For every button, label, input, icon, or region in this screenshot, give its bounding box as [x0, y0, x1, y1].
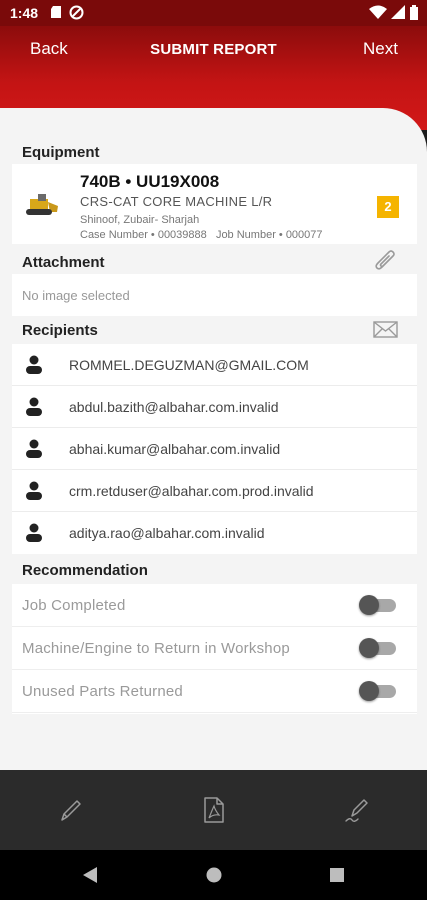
report-sheet: Equipment 740B • UU19X008 CRS-CAT CORE M… [0, 108, 427, 770]
data-saver-icon [69, 5, 84, 20]
job-completed-toggle[interactable] [359, 595, 396, 615]
recommendation-label: Machine/Engine to Return in Workshop [22, 640, 290, 657]
equipment-location: Shinoof, Zubair- Sharjah [80, 214, 200, 226]
person-icon [26, 523, 42, 542]
case-number: Case Number • 00039888 [80, 229, 207, 241]
signal-icon [391, 5, 405, 19]
recipients-list: ROMMEL.DEGUZMAN@GMAIL.COM abdul.bazith@a… [12, 344, 417, 554]
recipient-email: crm.retduser@albahar.com.prod.invalid [69, 483, 314, 499]
person-icon [26, 481, 42, 500]
nav-back-icon[interactable] [82, 866, 98, 884]
attachment-card[interactable]: No image selected [12, 274, 417, 316]
equipment-card[interactable]: 740B • UU19X008 CRS-CAT CORE MACHINE L/R… [12, 164, 417, 244]
pdf-file-icon[interactable] [201, 796, 227, 824]
recipient-row[interactable]: abdul.bazith@albahar.com.invalid [12, 386, 417, 428]
machine-thumbnail-icon [26, 194, 58, 215]
recipient-row[interactable]: ROMMEL.DEGUZMAN@GMAIL.COM [12, 344, 417, 386]
equipment-case-line: Case Number • 00039888 Job Number • 0000… [80, 229, 323, 241]
wifi-icon [369, 5, 387, 19]
bottom-toolbar [0, 770, 427, 850]
person-icon [26, 439, 42, 458]
recipient-row[interactable]: aditya.rao@albahar.com.invalid [12, 512, 417, 554]
no-image-text: No image selected [22, 288, 130, 303]
recommendation-list: Job Completed Machine/Engine to Return i… [12, 584, 417, 714]
unused-parts-toggle[interactable] [359, 681, 396, 701]
recipient-email: aditya.rao@albahar.com.invalid [69, 525, 265, 541]
recommendation-row: Machine/Engine to Return in Workshop [12, 627, 417, 670]
battery-icon [410, 5, 418, 20]
recipient-row[interactable]: abhai.kumar@albahar.com.invalid [12, 428, 417, 470]
recipient-email: ROMMEL.DEGUZMAN@GMAIL.COM [69, 357, 309, 373]
recipient-email: abdul.bazith@albahar.com.invalid [69, 399, 279, 415]
equipment-section-title: Equipment [22, 144, 100, 161]
next-button[interactable]: Next [363, 39, 398, 59]
recipients-section-title: Recipients [22, 322, 98, 339]
equipment-name: 740B • UU19X008 [80, 172, 220, 191]
pencil-icon[interactable] [58, 796, 84, 824]
envelope-icon[interactable] [373, 321, 398, 338]
recipient-row[interactable]: crm.retduser@albahar.com.prod.invalid [12, 470, 417, 512]
status-time: 1:48 [10, 5, 39, 21]
status-bar: 1:48 [0, 0, 427, 26]
attachment-section-title: Attachment [22, 254, 105, 271]
paperclip-icon[interactable] [374, 249, 398, 275]
recommendation-row: Job Completed [12, 584, 417, 627]
recommendation-label: Unused Parts Returned [22, 683, 183, 700]
sd-card-icon [51, 6, 61, 18]
job-number: Job Number • 000077 [215, 229, 323, 241]
nav-recents-icon[interactable] [329, 866, 345, 884]
signature-pen-icon[interactable] [344, 796, 370, 824]
equipment-machine: CRS-CAT CORE MACHINE L/R [80, 194, 273, 209]
recommendation-row: Unused Parts Returned [12, 670, 417, 713]
system-nav-bar [0, 850, 427, 900]
recommendation-label: Job Completed [22, 597, 126, 614]
recipient-email: abhai.kumar@albahar.com.invalid [69, 441, 281, 457]
person-icon [26, 397, 42, 416]
nav-home-icon[interactable] [206, 866, 222, 884]
status-badge: 2 [377, 196, 399, 218]
person-icon [26, 355, 42, 374]
recommendation-section-title: Recommendation [22, 562, 148, 579]
return-workshop-toggle[interactable] [359, 638, 396, 658]
